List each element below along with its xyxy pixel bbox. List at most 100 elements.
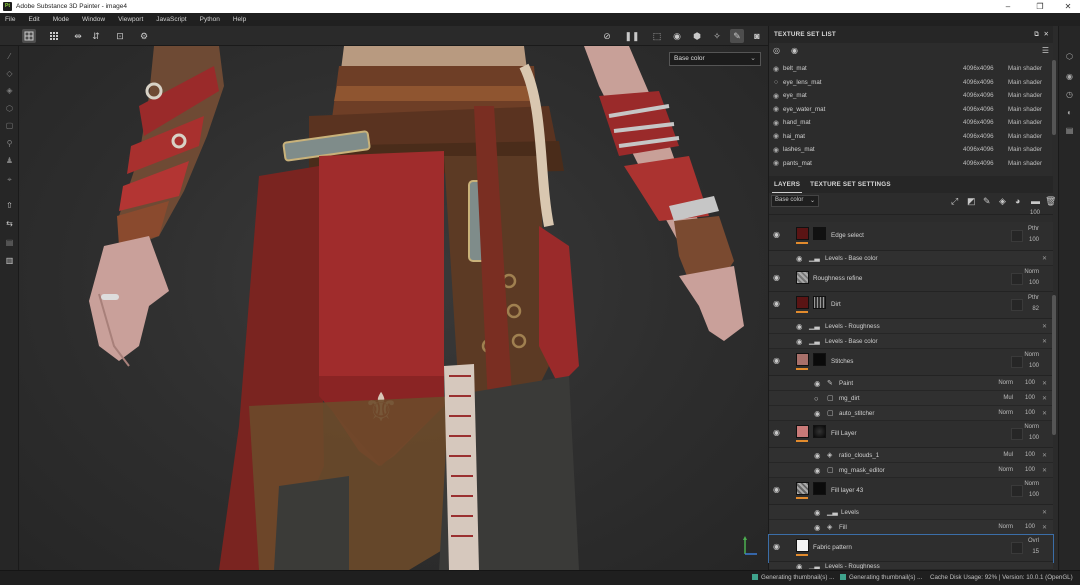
blend-mode[interactable]: Norm: [1015, 481, 1039, 487]
layer-opacity[interactable]: 100: [1015, 492, 1039, 498]
grid-snap-icon[interactable]: [22, 29, 36, 43]
close-icon[interactable]: ✕: [1042, 323, 1047, 330]
layer-opacity[interactable]: 100: [1015, 237, 1039, 243]
eye-icon[interactable]: ◉: [773, 428, 780, 437]
menu-python[interactable]: Python: [200, 16, 220, 23]
sublayer-blend-mode[interactable]: Norm: [998, 380, 1013, 386]
texture-set-row[interactable]: ◉ lashes_mat 4096x4096 Main shader: [769, 143, 1053, 157]
symmetry-x-icon[interactable]: ⇹: [71, 29, 85, 43]
layer-edge-select[interactable]: ◉ Edge select Pthr 100: [769, 222, 1053, 251]
eye-icon[interactable]: ◉: [769, 159, 783, 167]
blend-mode[interactable]: Norm: [1015, 352, 1039, 358]
close-icon[interactable]: ✕: [1042, 524, 1047, 531]
add-fill-layer-icon[interactable]: ◈: [999, 196, 1006, 207]
blend-mode[interactable]: Pthr: [1015, 295, 1039, 301]
blend-mode[interactable]: Ovrl: [1015, 538, 1039, 544]
eye-icon[interactable]: ◉: [769, 119, 783, 127]
material-picker-icon[interactable]: ♟: [3, 154, 16, 167]
texture-set-row[interactable]: ◉ belt_mat 4096x4096 Main shader: [769, 62, 1053, 76]
shelf-icon[interactable]: ◉: [1063, 70, 1076, 83]
smudge-icon[interactable]: ✧: [710, 29, 724, 43]
eye-icon[interactable]: ◉: [814, 379, 821, 388]
frame-icon[interactable]: ⊡: [113, 29, 127, 43]
settings-icon[interactable]: ⚙: [137, 29, 151, 43]
blend-mode[interactable]: Norm: [1015, 424, 1039, 430]
sublayer-blend-mode[interactable]: Norm: [998, 467, 1013, 473]
camera-off-icon[interactable]: ⊘: [600, 29, 614, 43]
close-icon[interactable]: ✕: [1042, 380, 1047, 387]
history-icon[interactable]: ▤: [3, 236, 16, 249]
sublayer-blend-mode[interactable]: Norm: [998, 524, 1013, 530]
add-folder-icon[interactable]: ▬: [1031, 196, 1040, 206]
selection-tool-icon[interactable]: ⬚: [650, 29, 664, 43]
sublayer-levels[interactable]: ◉ ▁▃ Levels ✕: [769, 505, 1053, 520]
history-icon[interactable]: ◷: [1063, 88, 1076, 101]
blend-mode[interactable]: Norm: [1015, 269, 1039, 275]
texture-set-shader[interactable]: Main shader: [1008, 79, 1042, 86]
visibility-toggle-icon[interactable]: ◎: [773, 46, 780, 55]
eye-icon[interactable]: ◉: [796, 562, 803, 569]
texture-set-shader[interactable]: Main shader: [1008, 65, 1042, 72]
layer-fill-layer-43[interactable]: ◉ Fill layer 43 Norm 100: [769, 478, 1053, 505]
menu-viewport[interactable]: Viewport: [118, 16, 143, 23]
smudge-tool-icon[interactable]: ▢: [3, 119, 16, 132]
sublayer-opacity[interactable]: 100: [1025, 467, 1035, 473]
texture-set-shader[interactable]: Main shader: [1008, 106, 1042, 113]
eye-icon[interactable]: ◉: [814, 451, 821, 460]
uv-icon[interactable]: ⇆: [3, 217, 16, 230]
add-smart-material-icon[interactable]: ◕: [1015, 196, 1020, 206]
eye-icon[interactable]: ◉: [773, 230, 780, 239]
sublayer-blend-mode[interactable]: Mul: [1003, 452, 1013, 458]
sublayer-ratio-clouds[interactable]: ◉ ◈ ratio_clouds_1 Mul 100 ✕: [769, 448, 1053, 463]
layer-stitches[interactable]: ◉ Stitches Norm 100: [769, 349, 1053, 376]
eye-closed-icon[interactable]: ○: [814, 394, 819, 403]
menu-file[interactable]: File: [5, 16, 15, 23]
texture-set-row[interactable]: ◉ hand_mat 4096x4096 Main shader: [769, 116, 1053, 130]
3d-viewport[interactable]: ⚜ Base color ⌄: [19, 46, 768, 570]
sublayer-mg-dirt[interactable]: ○ ▢ mg_dirt Mul 100 ✕: [769, 391, 1053, 406]
sublayer-opacity[interactable]: 100: [1025, 524, 1035, 530]
display-settings-icon[interactable]: ◐: [1063, 106, 1076, 119]
eye-icon[interactable]: ◉: [773, 542, 780, 551]
layer-opacity[interactable]: 15: [1015, 549, 1039, 555]
add-mask-icon[interactable]: ◩: [967, 196, 976, 207]
menu-edit[interactable]: Edit: [28, 16, 39, 23]
eye-icon[interactable]: ◉: [814, 508, 821, 517]
texture-list-scrollbar[interactable]: [1052, 60, 1056, 135]
sublayer-levels[interactable]: ◉ ▁▃ Levels - Base color ✕: [769, 251, 1053, 266]
layers-scrollbar[interactable]: [1052, 295, 1056, 435]
eye-icon[interactable]: ◉: [769, 92, 783, 100]
paint-brush-icon[interactable]: ⁄: [3, 50, 16, 63]
tab-layers[interactable]: LAYERS: [771, 181, 803, 193]
add-effect-icon[interactable]: ⤢: [951, 196, 958, 207]
tab-texture-set-settings[interactable]: TEXTURE SET SETTINGS: [810, 181, 891, 188]
sublayer-fill[interactable]: ◉ ◈ Fill Norm 100 ✕: [769, 520, 1053, 535]
grid-icon[interactable]: [47, 29, 61, 43]
menu-mode[interactable]: Mode: [53, 16, 69, 23]
eye-icon[interactable]: ◉: [814, 466, 821, 475]
list-menu-icon[interactable]: ☰: [1042, 46, 1049, 55]
close-icon[interactable]: ✕: [1042, 452, 1047, 459]
texture-set-shader[interactable]: Main shader: [1008, 92, 1042, 99]
layer-opacity[interactable]: 100: [1015, 363, 1039, 369]
sublayer-blend-mode[interactable]: Mul: [1003, 395, 1013, 401]
layer-fabric-pattern[interactable]: ◉ Fabric pattern Ovrl 15: [768, 534, 1054, 563]
eye-icon[interactable]: ◉: [791, 46, 798, 55]
menu-javascript[interactable]: JavaScript: [156, 16, 186, 23]
sublayer-mg-mask-editor[interactable]: ◉ ▢ mg_mask_editor Norm 100 ✕: [769, 463, 1053, 478]
texture-set-shader[interactable]: Main shader: [1008, 146, 1042, 153]
close-icon[interactable]: ✕: [1056, 0, 1080, 13]
eye-icon[interactable]: ◉: [769, 65, 783, 73]
sublayer-paint[interactable]: ◉ ✎ Paint Norm 100 ✕: [769, 376, 1053, 391]
texture-set-row[interactable]: ◉ hai_mat 4096x4096 Main shader: [769, 130, 1053, 144]
layers-channel-select[interactable]: Base color ⌄: [771, 195, 819, 207]
layer-opacity[interactable]: 100: [1015, 280, 1039, 286]
texture-set-row[interactable]: ◉ pants_mat 4096x4096 Main shader: [769, 157, 1053, 171]
sublayer-levels[interactable]: ◉ ▁▃ Levels - Base color ✕: [769, 334, 1053, 349]
float-icon[interactable]: ⧉: [1034, 31, 1039, 39]
sublayer-opacity[interactable]: 100: [1025, 395, 1035, 401]
camera-icon[interactable]: ◙: [750, 29, 764, 43]
eye-icon[interactable]: ◉: [773, 273, 780, 282]
eye-icon[interactable]: ◉: [769, 132, 783, 140]
texture-set-shader[interactable]: Main shader: [1008, 133, 1042, 140]
